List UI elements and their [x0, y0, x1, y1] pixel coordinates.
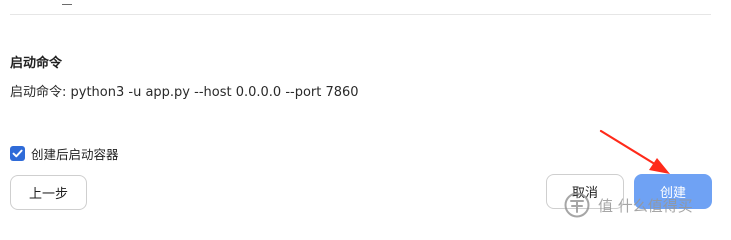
create-container-dialog: 启动命令 启动命令: python3 -u app.py --host 0.0.… [0, 0, 731, 231]
section-divider [10, 14, 711, 15]
cancel-button[interactable]: 取消 [546, 174, 624, 209]
startup-command-value: 启动命令: python3 -u app.py --host 0.0.0.0 -… [10, 85, 359, 100]
create-button[interactable]: 创建 [634, 174, 712, 209]
start-after-create-label: 创建后启动容器 [31, 147, 119, 162]
previous-step-button[interactable]: 上一步 [10, 175, 87, 210]
start-after-create-checkbox[interactable] [10, 146, 25, 161]
startup-command-heading: 启动命令 [10, 56, 63, 71]
clipped-top-fragment [62, 0, 72, 5]
checkmark-icon [12, 149, 23, 158]
start-after-create-option[interactable]: 创建后启动容器 [10, 144, 119, 163]
